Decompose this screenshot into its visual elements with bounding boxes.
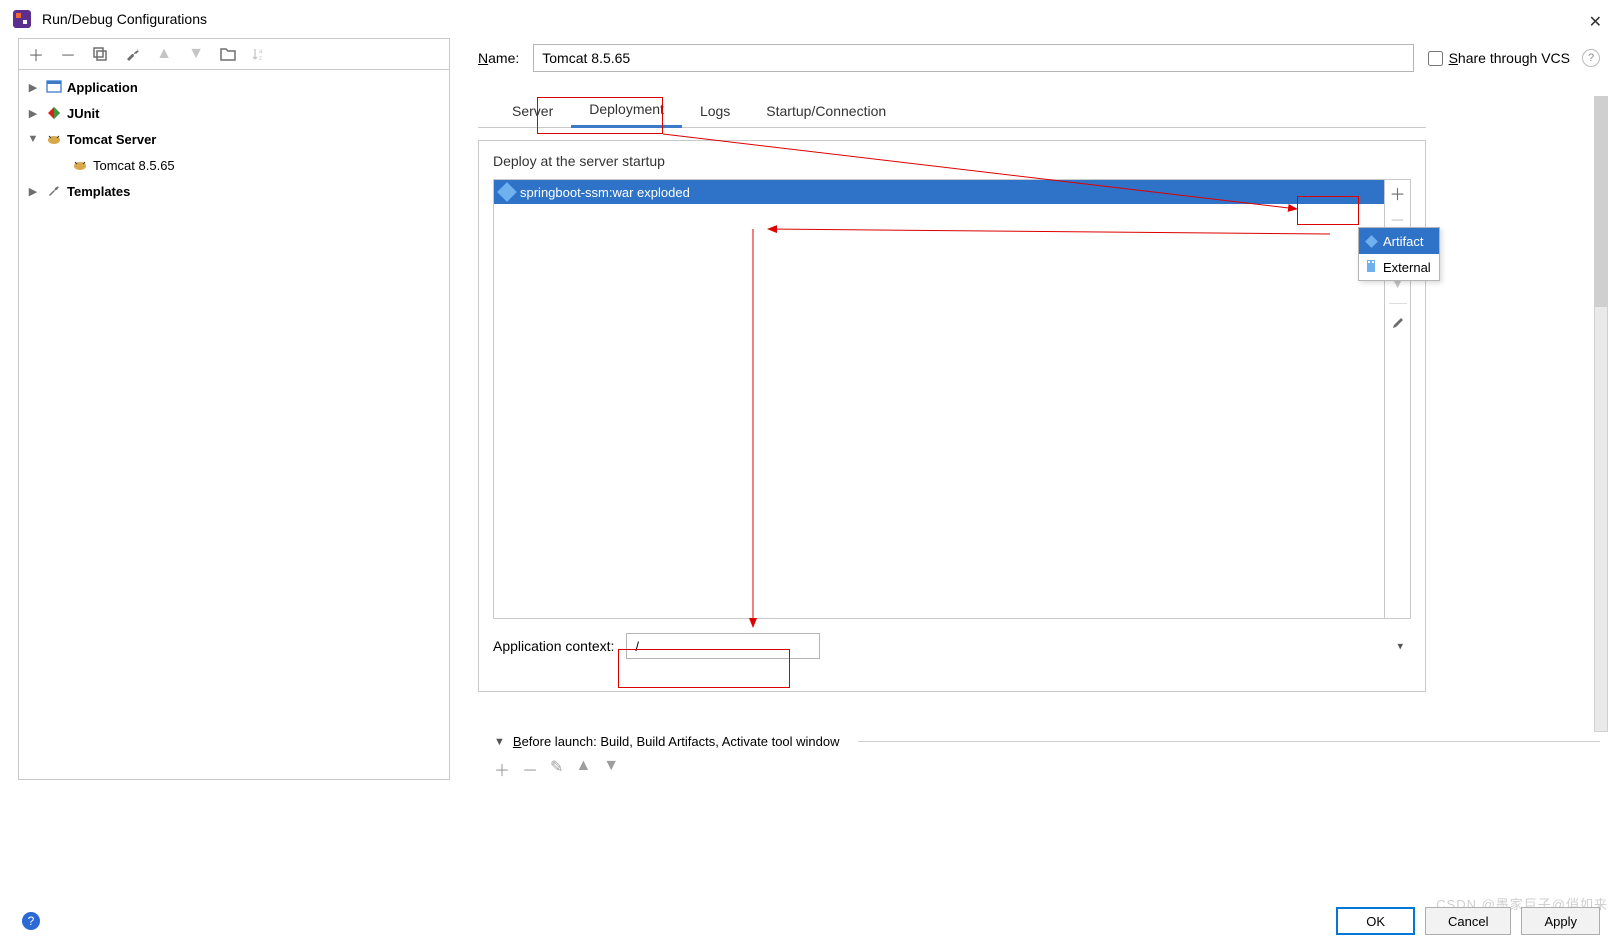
popup-item-artifact[interactable]: Artifact: [1359, 228, 1439, 254]
config-tree[interactable]: ▶ Application ▶ JUnit ▼ Tomcat Server To…: [19, 69, 449, 779]
dialog-title: Run/Debug Configurations: [42, 11, 207, 27]
chevron-right-icon: ▶: [25, 185, 41, 198]
scrollbar[interactable]: [1594, 96, 1608, 732]
before-launch-label: Before launch: Build, Build Artifacts, A…: [513, 734, 840, 749]
add-icon[interactable]: ＋: [494, 757, 510, 781]
svg-text:a: a: [259, 49, 263, 55]
separator: [1389, 303, 1407, 304]
name-input[interactable]: [533, 44, 1413, 72]
svg-text:z: z: [259, 56, 262, 62]
config-toolbar: ＋ － ▲ ▼ az: [19, 39, 449, 69]
sort-az-icon[interactable]: az: [251, 45, 269, 63]
tree-label: Tomcat 8.5.65: [93, 158, 175, 173]
edit-icon[interactable]: ✎: [550, 757, 563, 781]
ok-button[interactable]: OK: [1336, 907, 1415, 935]
popup-item-label: External: [1383, 260, 1431, 275]
apply-button[interactable]: Apply: [1521, 907, 1600, 935]
wrench-icon[interactable]: [123, 45, 141, 63]
add-icon[interactable]: ＋: [27, 45, 45, 63]
before-launch-header[interactable]: ▼ Before launch: Build, Build Artifacts,…: [494, 734, 1600, 749]
help-icon[interactable]: ?: [22, 912, 40, 930]
add-deployment-popup: Artifact External: [1358, 227, 1440, 281]
annotation-box: [1297, 196, 1359, 225]
artifact-icon: [1365, 235, 1377, 247]
name-label: Name:: [478, 50, 519, 66]
tree-label: Tomcat Server: [67, 132, 156, 147]
tree-item-tomcat-server[interactable]: ▼ Tomcat Server: [19, 126, 449, 152]
chevron-down-icon: ▼: [494, 736, 505, 748]
deploy-section-label: Deploy at the server startup: [493, 153, 1411, 169]
application-icon: [45, 80, 63, 94]
tomcat-icon: [71, 159, 89, 171]
app-icon: [12, 9, 32, 29]
tree-item-tomcat-8565[interactable]: Tomcat 8.5.65: [19, 152, 449, 178]
edit-icon[interactable]: [1389, 314, 1407, 332]
artifact-icon: [500, 185, 514, 199]
scrollbar-thumb[interactable]: [1595, 97, 1607, 307]
tree-label: JUnit: [67, 106, 100, 121]
folder-icon[interactable]: [219, 45, 237, 63]
chevron-right-icon: ▶: [25, 81, 41, 94]
tree-item-templates[interactable]: ▶ Templates: [19, 178, 449, 204]
dialog-footer: ? OK Cancel Apply: [0, 907, 1616, 935]
tab-logs[interactable]: Logs: [682, 97, 748, 127]
deploy-list: springboot-ssm:war exploded ＋ － ▲ ▼: [493, 179, 1411, 619]
remove-icon[interactable]: －: [1389, 210, 1407, 228]
junit-icon: [45, 106, 63, 120]
configurations-panel: ＋ － ▲ ▼ az ▶ Application ▶: [18, 38, 450, 780]
popup-item-label: Artifact: [1383, 234, 1423, 249]
tomcat-icon: [45, 133, 63, 145]
deploy-artifact-row[interactable]: springboot-ssm:war exploded: [494, 180, 1384, 204]
tree-label: Application: [67, 80, 138, 95]
cancel-button[interactable]: Cancel: [1425, 907, 1511, 935]
close-icon[interactable]: ✕: [1589, 12, 1602, 32]
chevron-down-icon: ▼: [25, 133, 41, 145]
external-icon: [1365, 259, 1377, 276]
wrench-icon: [45, 184, 63, 198]
down-icon[interactable]: ▼: [603, 757, 619, 781]
tree-label: Templates: [67, 184, 130, 199]
tree-item-application[interactable]: ▶ Application: [19, 74, 449, 100]
annotation-box: [537, 97, 663, 134]
remove-icon[interactable]: －: [522, 757, 538, 781]
share-vcs-checkbox[interactable]: [1428, 51, 1443, 66]
tree-item-junit[interactable]: ▶ JUnit: [19, 100, 449, 126]
chevron-right-icon: ▶: [25, 107, 41, 120]
separator-line: [858, 741, 1600, 742]
titlebar: Run/Debug Configurations: [0, 0, 1616, 38]
deployment-panel: Deploy at the server startup springboot-…: [478, 140, 1426, 692]
popup-item-external[interactable]: External: [1359, 254, 1439, 280]
tab-startup-connection[interactable]: Startup/Connection: [748, 97, 904, 127]
artifact-label: springboot-ssm:war exploded: [520, 185, 690, 200]
share-vcs-label: Share through VCS: [1449, 50, 1570, 66]
application-context-label: Application context:: [493, 638, 614, 654]
up-icon[interactable]: ▲: [155, 45, 173, 63]
down-icon[interactable]: ▼: [187, 45, 205, 63]
copy-icon[interactable]: [91, 45, 109, 63]
before-launch-toolbar: ＋ － ✎ ▲ ▼: [494, 757, 1600, 781]
chevron-down-icon: ▾: [1397, 640, 1403, 653]
annotation-box: [618, 649, 790, 688]
up-icon[interactable]: ▲: [575, 757, 591, 781]
help-icon[interactable]: ?: [1582, 49, 1600, 67]
remove-icon[interactable]: －: [59, 45, 77, 63]
add-icon[interactable]: ＋: [1389, 184, 1407, 202]
